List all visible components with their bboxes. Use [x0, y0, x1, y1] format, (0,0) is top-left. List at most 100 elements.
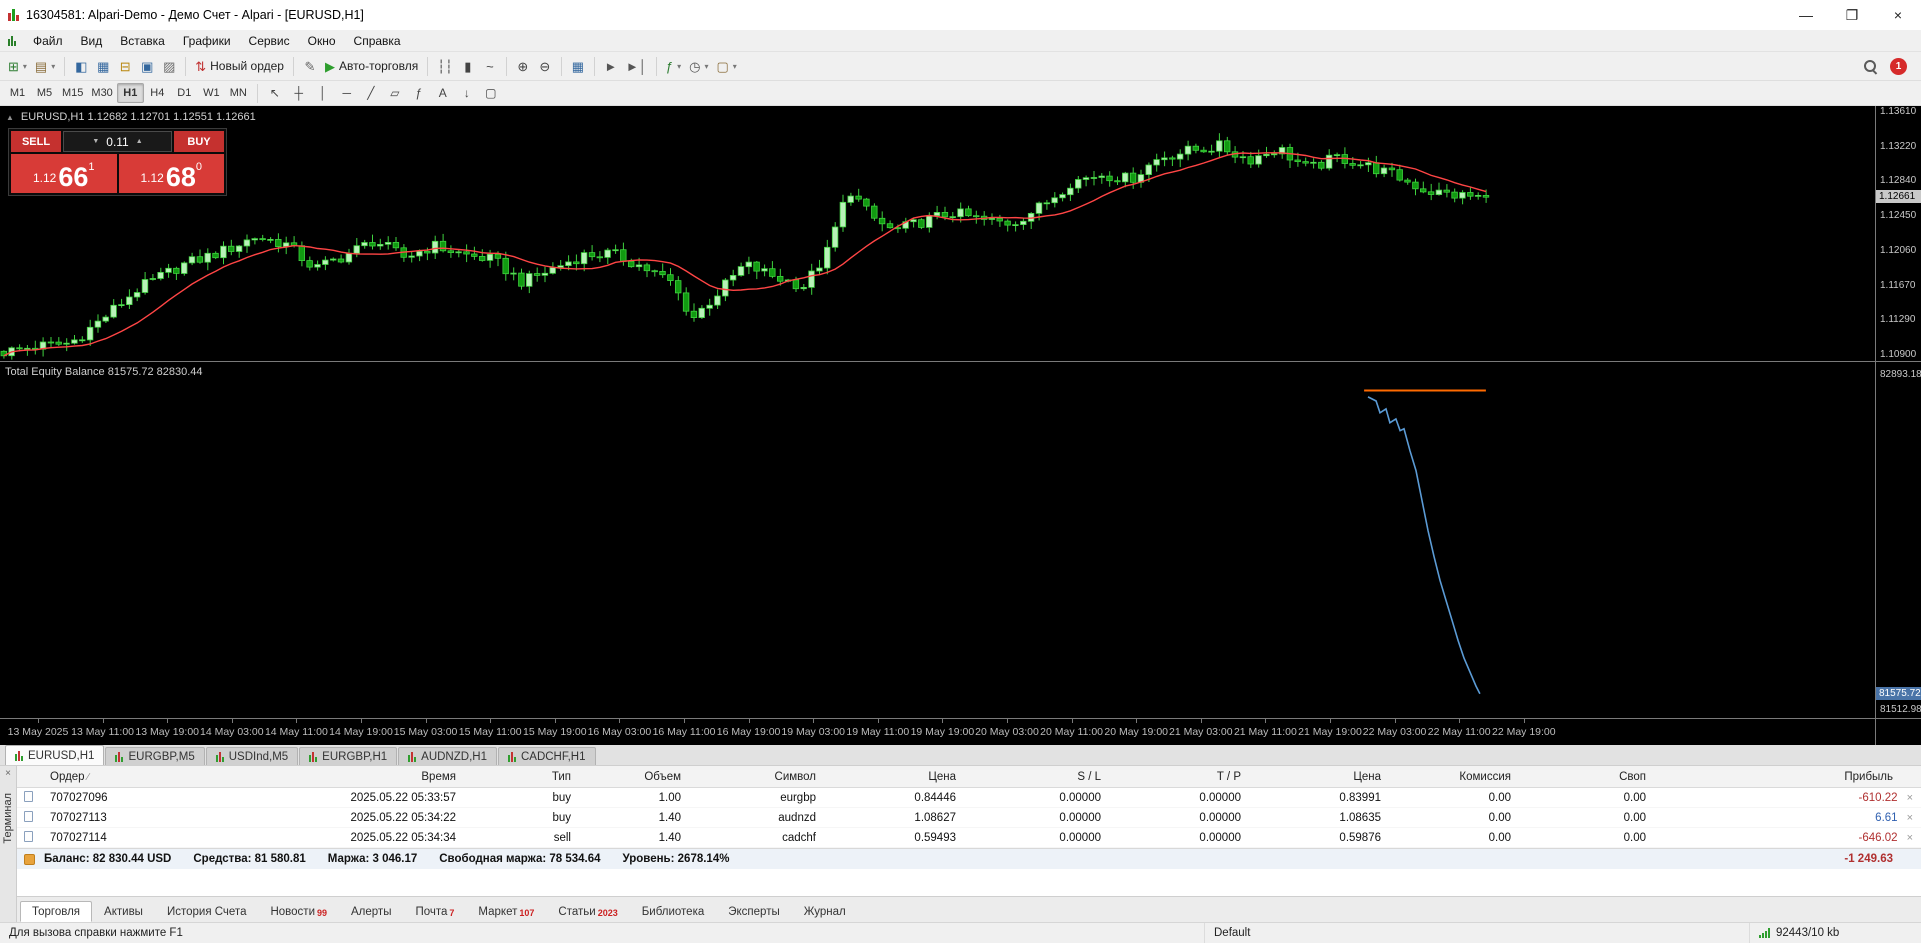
indicators-button[interactable]: ƒ▾	[662, 54, 685, 78]
chart-shift-button[interactable]: ►│	[622, 54, 651, 78]
timeframe-h4[interactable]: H4	[144, 83, 171, 103]
chart-tab-1[interactable]: EURGBP,M5	[105, 747, 204, 765]
terminal-tab-3[interactable]: Новости99	[258, 901, 339, 922]
volume-up-icon[interactable]: ▲	[136, 138, 143, 145]
new-order-button[interactable]: ⇅Новый ордер	[191, 54, 288, 78]
column-header-11[interactable]: Прибыль	[1653, 771, 1921, 783]
chart-line-button[interactable]: ~	[479, 54, 501, 78]
terminal-tab-5[interactable]: Почта7	[403, 901, 466, 922]
search-icon[interactable]	[1863, 59, 1878, 74]
chart-tab-3[interactable]: EURGBP,H1	[299, 747, 397, 765]
equidistant-channel-tool-button[interactable]: ▱	[383, 83, 407, 103]
one-click-collapse-icon[interactable]: ▲	[6, 113, 14, 122]
shapes-tool-button[interactable]: ▢	[479, 83, 503, 103]
menu-item-1[interactable]: Вид	[72, 31, 112, 51]
column-header-0[interactable]: Ордер ∕	[43, 771, 193, 783]
chart-plot-area[interactable]: ▲ EURUSD,H1 1.12682 1.12701 1.12551 1.12…	[0, 106, 1875, 745]
terminal-tab-4[interactable]: Алерты	[339, 901, 403, 922]
menu-item-6[interactable]: Справка	[345, 31, 410, 51]
volume-down-icon[interactable]: ▼	[92, 138, 99, 145]
timeframe-mn[interactable]: MN	[225, 83, 252, 103]
zoom-out-button[interactable]: ⊖	[534, 54, 556, 78]
column-header-4[interactable]: Символ	[688, 771, 823, 783]
volume-stepper[interactable]: ▼ 0.11 ▲	[63, 131, 172, 152]
profiles-button[interactable]: ▤▾	[31, 54, 59, 78]
chart-candles-button[interactable]: ▮	[457, 54, 479, 78]
market-watch-button[interactable]: ◧	[70, 54, 92, 78]
chart-tab-4[interactable]: AUDNZD,H1	[398, 747, 497, 765]
horizontal-line-tool-button[interactable]: ─	[335, 83, 359, 103]
templates-button[interactable]: ▢▾	[712, 54, 740, 78]
timeframe-h1[interactable]: H1	[117, 83, 144, 103]
data-window-button[interactable]: ▦	[92, 54, 114, 78]
close-order-icon[interactable]: ×	[1907, 832, 1913, 844]
status-profile[interactable]: Default	[1205, 923, 1750, 943]
timeframe-m1[interactable]: M1	[4, 83, 31, 103]
cursor-tool-button[interactable]: ↖	[263, 83, 287, 103]
menu-item-3[interactable]: Графики	[174, 31, 240, 51]
timeframe-m5[interactable]: M5	[31, 83, 58, 103]
auto-scroll-button[interactable]: ►	[600, 54, 622, 78]
volume-value[interactable]: 0.11	[106, 135, 128, 149]
terminal-tab-2[interactable]: История Счета	[155, 901, 259, 922]
chart-tab-0[interactable]: EURUSD,H1	[5, 745, 104, 765]
arrows-tool-button[interactable]: ↓	[455, 83, 479, 103]
terminal-tab-1[interactable]: Активы	[92, 901, 155, 922]
menu-item-0[interactable]: Файл	[24, 31, 72, 51]
chart-bars-button[interactable]: ┆┆	[433, 54, 457, 78]
notifications-icon[interactable]: 1	[1890, 58, 1907, 75]
menu-item-2[interactable]: Вставка	[111, 31, 174, 51]
vertical-line-tool-button[interactable]: │	[311, 83, 335, 103]
column-header-6[interactable]: S / L	[963, 771, 1108, 783]
sell-button[interactable]: SELL	[11, 131, 61, 152]
buy-button[interactable]: BUY	[174, 131, 224, 152]
periods-button[interactable]: ◷▾	[685, 54, 712, 78]
column-header-10[interactable]: Своп	[1518, 771, 1653, 783]
tile-windows-button[interactable]: ▦	[567, 54, 589, 78]
chart-window-icon[interactable]	[8, 36, 16, 46]
terminal-tab-0[interactable]: Торговля	[20, 901, 92, 922]
buy-price-button[interactable]: 1.12 68 0	[119, 154, 225, 193]
terminal-button[interactable]: ▣	[136, 54, 158, 78]
order-row[interactable]: 7070271132025.05.22 05:34:22buy1.40audnz…	[17, 808, 1921, 828]
sell-price-button[interactable]: 1.12 66 1	[11, 154, 117, 193]
terminal-tab-10[interactable]: Журнал	[792, 901, 858, 922]
zoom-in-button[interactable]: ⊕	[512, 54, 534, 78]
close-button[interactable]: ×	[1875, 0, 1921, 30]
menu-item-5[interactable]: Окно	[299, 31, 345, 51]
close-order-icon[interactable]: ×	[1907, 792, 1913, 804]
crosshair-tool-button[interactable]: ┼	[287, 83, 311, 103]
autotrading-button[interactable]: ▶Авто-торговля	[321, 54, 422, 78]
trendline-tool-button[interactable]: ╱	[359, 83, 383, 103]
column-header-8[interactable]: Цена	[1248, 771, 1388, 783]
timeframe-m15[interactable]: M15	[58, 83, 87, 103]
chart-tab-5[interactable]: CADCHF,H1	[498, 747, 596, 765]
terminal-tab-8[interactable]: Библиотека	[630, 901, 717, 922]
menu-item-4[interactable]: Сервис	[240, 31, 299, 51]
maximize-button[interactable]: ❐	[1829, 0, 1875, 30]
column-header-3[interactable]: Объем	[578, 771, 688, 783]
column-header-5[interactable]: Цена	[823, 771, 963, 783]
fibonacci-tool-button[interactable]: ƒ	[407, 83, 431, 103]
new-chart-button[interactable]: ⊞▾	[4, 54, 31, 78]
timeframe-w1[interactable]: W1	[198, 83, 225, 103]
price-scale[interactable]: 1.136101.132201.128401.124501.120601.116…	[1875, 106, 1921, 745]
navigator-button[interactable]: ⊟	[114, 54, 136, 78]
title-bar[interactable]: 16304581: Alpari-Demo - Демо Счет - Alpa…	[0, 0, 1921, 30]
strategy-tester-button[interactable]: ▨	[158, 54, 180, 78]
timeframe-m30[interactable]: M30	[87, 83, 116, 103]
minimize-button[interactable]: —	[1783, 0, 1829, 30]
column-header-2[interactable]: Тип	[463, 771, 578, 783]
column-header-1[interactable]: Время	[193, 771, 463, 783]
column-header-9[interactable]: Комиссия	[1388, 771, 1518, 783]
order-row[interactable]: 7070270962025.05.22 05:33:57buy1.00eurgb…	[17, 788, 1921, 808]
terminal-tab-9[interactable]: Эксперты	[716, 901, 791, 922]
column-header-7[interactable]: T / P	[1108, 771, 1248, 783]
chart-tab-2[interactable]: USDInd,M5	[206, 747, 298, 765]
timeframe-d1[interactable]: D1	[171, 83, 198, 103]
metaeditor-button[interactable]: ✎	[299, 54, 321, 78]
terminal-close-icon[interactable]: ×	[5, 769, 11, 779]
close-order-icon[interactable]: ×	[1907, 812, 1913, 824]
terminal-tab-7[interactable]: Статьи2023	[546, 901, 629, 922]
terminal-tab-6[interactable]: Маркет107	[466, 901, 546, 922]
